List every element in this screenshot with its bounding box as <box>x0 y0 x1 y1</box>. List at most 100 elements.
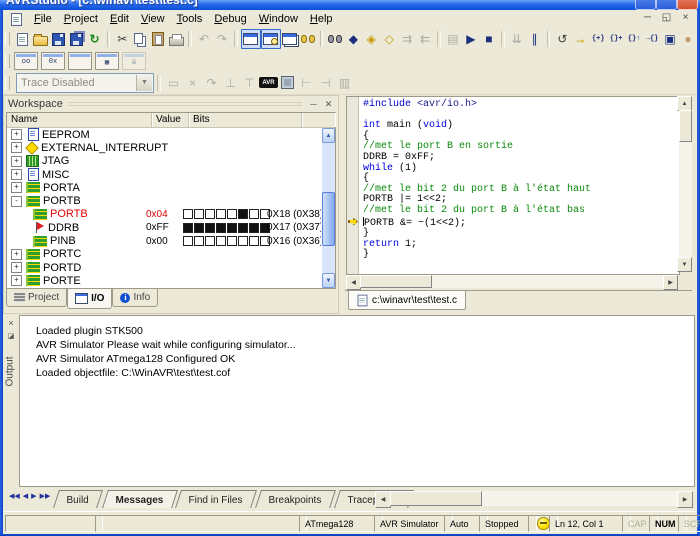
tree-row-portc[interactable]: +PORTC <box>7 248 321 261</box>
column-value[interactable]: Value <box>152 113 189 127</box>
show-next-statement-icon[interactable]: → <box>571 30 589 48</box>
tree-row-jtag[interactable]: +JTAG <box>7 155 321 168</box>
close-output-icon[interactable]: × <box>5 317 17 329</box>
bit-checkbox[interactable] <box>183 236 193 246</box>
tab-breakpoints[interactable]: Breakpoints <box>255 490 336 508</box>
tab-find-in-files[interactable]: Find in Files <box>175 490 257 508</box>
editor-hscrollbar[interactable]: ◀ ▶ <box>346 275 678 288</box>
scrollbar-thumb[interactable] <box>322 192 335 246</box>
display-selection-icon[interactable]: ▤ <box>444 30 462 48</box>
tab-project[interactable]: Project <box>6 289 67 307</box>
trace-pencil-icon[interactable]: ▭ <box>164 74 183 92</box>
expand-icon[interactable]: + <box>11 275 22 286</box>
bit-checkbox[interactable] <box>227 223 237 233</box>
scroll-down-icon[interactable]: ▼ <box>322 273 335 288</box>
bit-checkbox[interactable] <box>194 236 204 246</box>
bit-checkbox[interactable] <box>249 236 259 246</box>
trace-in-icon[interactable]: ⊥ <box>221 74 240 92</box>
jtag-probe-icon[interactable]: ⊢ <box>297 74 316 92</box>
stop-icon[interactable]: ■ <box>480 30 498 48</box>
editor-vscrollbar[interactable]: ▲ ▼ <box>679 96 692 272</box>
editor-gutter[interactable] <box>347 97 359 274</box>
output-hscrollbar[interactable]: ◀ ▶ <box>375 491 693 506</box>
pin-icon[interactable]: ◪ <box>5 330 17 342</box>
tree-row-portd[interactable]: +PORTD <box>7 261 321 274</box>
expand-icon[interactable]: + <box>11 249 22 260</box>
menu-view[interactable]: View <box>135 11 171 27</box>
search-project-icon[interactable] <box>299 30 317 48</box>
scrollbar-thumb[interactable] <box>390 491 482 506</box>
bit-checkbox[interactable] <box>194 209 204 219</box>
step-out-icon[interactable]: {}↑ <box>625 30 643 48</box>
workspace-header[interactable]: Workspace ─ ✕ <box>4 96 338 112</box>
mdi-restore-icon[interactable]: ◱ <box>659 11 674 24</box>
bit-checkbox[interactable] <box>216 236 226 246</box>
trace-jump-icon[interactable]: ↷ <box>202 74 221 92</box>
code-line[interactable]: } <box>363 250 679 261</box>
quickwatch-icon[interactable]: ▣ <box>661 30 679 48</box>
minimize-button[interactable] <box>635 0 656 10</box>
menu-tools[interactable]: Tools <box>171 11 209 27</box>
pause-icon[interactable]: ∥ <box>526 30 544 48</box>
bit-checkbox[interactable] <box>216 209 226 219</box>
step-over-icon[interactable]: {}+ <box>607 30 625 48</box>
tree-row-porta[interactable]: +PORTA <box>7 181 321 194</box>
expand-icon[interactable]: + <box>11 142 22 153</box>
tree-row-portb[interactable]: -PORTB <box>7 194 321 207</box>
save-all-icon[interactable] <box>68 30 86 48</box>
expand-icon[interactable]: + <box>11 129 22 140</box>
find-window-icon[interactable] <box>261 29 281 49</box>
bit-checkbox[interactable] <box>194 223 204 233</box>
close-button[interactable] <box>677 0 698 10</box>
cut-icon[interactable]: ✂ <box>113 30 131 48</box>
step-commands-icon[interactable]: ⇊ <box>508 30 526 48</box>
code-line[interactable]: #include <avr/io.h> <box>363 100 679 111</box>
workspace-scrollbar[interactable]: ▲ ▼ <box>322 128 335 288</box>
reset-icon[interactable]: ↺ <box>553 30 571 48</box>
new-file-icon[interactable] <box>14 30 32 48</box>
scroll-left-icon[interactable]: ◀ <box>375 491 391 508</box>
tree-row-pinb[interactable]: PINB0x000X16 (0X36) <box>7 234 321 247</box>
chip-icon[interactable] <box>278 74 297 92</box>
scroll-down-icon[interactable]: ▼ <box>677 257 692 272</box>
disassembler-window-icon[interactable]: ≣ <box>122 52 146 70</box>
undo-icon[interactable]: ↶ <box>195 30 213 48</box>
bookmark-clear-icon[interactable]: ◇ <box>380 30 398 48</box>
tree-row-ddrb[interactable]: DDRB0xFF0X17 (0X37) <box>7 221 321 234</box>
find-icon[interactable] <box>326 30 344 48</box>
indent-icon[interactable]: ⇉ <box>398 30 416 48</box>
code-line[interactable]: return 1; <box>363 240 679 251</box>
menu-help[interactable]: Help <box>304 11 339 27</box>
cascade-windows-icon[interactable] <box>281 30 299 48</box>
tab-info[interactable]: iInfo <box>112 289 158 307</box>
copy-icon[interactable] <box>131 30 149 48</box>
run-to-cursor-icon[interactable]: →{} <box>643 30 661 48</box>
menu-file[interactable]: File <box>28 11 58 27</box>
workspace-column-headers[interactable]: Name Value Bits <box>7 113 335 128</box>
code-line[interactable]: //met le bit 2 du port B à l'état bas <box>363 206 679 217</box>
paste-icon[interactable] <box>149 30 167 48</box>
menu-window[interactable]: Window <box>253 11 304 27</box>
emulator-icon[interactable]: ▥ <box>335 74 354 92</box>
menu-project[interactable]: Project <box>58 11 104 27</box>
bit-checkbox[interactable] <box>183 223 193 233</box>
tab-build[interactable]: Build <box>53 490 103 508</box>
tab-i-o[interactable]: I/O <box>67 289 112 309</box>
open-file-icon[interactable] <box>32 30 50 48</box>
scroll-left-icon[interactable]: ◀ <box>346 275 361 290</box>
bit-checkbox[interactable] <box>183 209 193 219</box>
file-tab[interactable]: c:\winavr\test\test.c <box>348 291 466 310</box>
bit-checkbox[interactable] <box>249 223 259 233</box>
output-messages[interactable]: Loaded plugin STK500AVR Simulator Please… <box>19 315 695 487</box>
code-area[interactable]: #include <avr/io.h> int main (void){//me… <box>346 96 680 275</box>
tree-row-external-interrupt[interactable]: +EXTERNAL_INTERRUPT <box>7 141 321 154</box>
tree-row-portb[interactable]: PORTB0x040X18 (0X38) <box>7 208 321 221</box>
scroll-up-icon[interactable]: ▲ <box>322 128 335 143</box>
workspace-minimize-icon[interactable]: ─ <box>307 98 320 110</box>
last-tab-icon[interactable]: ▶▶ <box>40 492 51 500</box>
isp-probe-icon[interactable]: ⊣ <box>316 74 335 92</box>
io-window-icon[interactable]: ▦ <box>95 52 119 70</box>
bit-checkbox[interactable] <box>227 236 237 246</box>
trace-combo[interactable]: Trace Disabled ▼ <box>16 73 154 93</box>
new-window-icon[interactable] <box>241 29 261 49</box>
